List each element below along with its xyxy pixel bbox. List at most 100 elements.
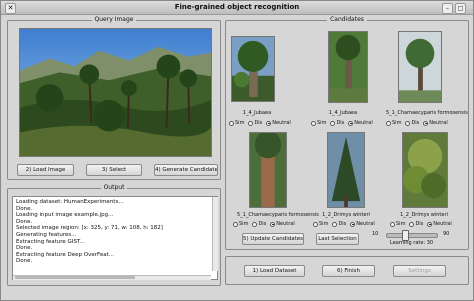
radio-dot[interactable]: [252, 221, 258, 227]
candidate-label-3: 5_1_Chamaecyparis formosensis: [386, 110, 468, 116]
radio-sim[interactable]: Sim: [386, 120, 401, 126]
log-line: Extracting feature Deep OverFeat...: [16, 251, 115, 258]
slider-max-label: 90: [443, 231, 450, 237]
radio-label: Sim: [239, 221, 249, 227]
radio-neutral[interactable]: Neutral: [350, 221, 375, 227]
candidate-label-1: 1_4_Jubaea: [242, 110, 272, 116]
minimize-icon[interactable]: –: [442, 3, 453, 14]
output-vertical-scrollbar[interactable]: [212, 197, 218, 271]
radio-dot[interactable]: [390, 221, 395, 227]
load-image-button[interactable]: 2) Load Image: [17, 164, 74, 176]
candidate-rating-3: Sim Dis Neutral: [386, 119, 448, 127]
candidate-image-1[interactable]: [231, 36, 275, 102]
radio-label: Neutral: [354, 120, 373, 126]
radio-dot[interactable]: [313, 221, 318, 227]
candidate-image-4[interactable]: [249, 132, 287, 208]
radio-dot[interactable]: [427, 221, 433, 227]
radio-sim[interactable]: Sim: [311, 120, 326, 126]
candidate-image-6[interactable]: [402, 132, 448, 208]
radio-dis[interactable]: Dis: [252, 221, 266, 227]
output-title: Output: [100, 184, 128, 191]
radio-label: Sim: [396, 221, 406, 227]
output-horizontal-scrollbar[interactable]: [13, 275, 211, 280]
select-button[interactable]: 3) Select: [86, 164, 142, 176]
log-line: Loading dataset: HumanExperiments...: [16, 199, 124, 205]
radio-sim[interactable]: Sim: [390, 221, 405, 227]
last-selection-button[interactable]: Last Selection: [316, 233, 359, 245]
candidate-rating-5: Sim Dis Neutral: [313, 220, 375, 228]
radio-neutral[interactable]: Neutral: [348, 120, 373, 126]
radio-dot[interactable]: [423, 120, 429, 126]
radio-label: Dis: [338, 221, 347, 227]
maximize-icon[interactable]: □: [455, 3, 466, 14]
radio-dis[interactable]: Dis: [330, 120, 344, 126]
radio-label: Dis: [254, 120, 263, 126]
radio-dot[interactable]: [348, 120, 354, 126]
radio-label: Sim: [392, 120, 402, 126]
log-line: Selected image region: [x: 325, y: 71, w…: [16, 225, 163, 232]
radio-dot[interactable]: [229, 120, 234, 126]
candidate-rating-2: Sim Dis Neutral: [311, 119, 373, 127]
radio-dot[interactable]: [405, 120, 411, 126]
candidate-label-4: 5_1_Chamaecyparis formosensis: [237, 212, 319, 218]
log-line: Done.: [16, 245, 33, 252]
settings-button[interactable]: Settings: [393, 265, 446, 277]
app-window: ✕ Fine-grained object recognition – □ Qu…: [0, 0, 474, 301]
log-line: Extracting feature GIST...: [16, 238, 85, 245]
radio-neutral[interactable]: Neutral: [270, 221, 295, 227]
radio-dot[interactable]: [248, 120, 254, 126]
radio-label: Dis: [336, 120, 345, 126]
title-bar: ✕ Fine-grained object recognition – □: [1, 1, 473, 15]
candidates-title: Candidates: [327, 16, 367, 23]
radio-label: Neutral: [356, 221, 375, 227]
generate-candidates-button[interactable]: 4) Generate Candidates: [154, 164, 218, 176]
candidate-rating-6: Sim Dis Neutral: [390, 220, 452, 228]
radio-label: Dis: [411, 120, 420, 126]
radio-label: Sim: [317, 120, 327, 126]
radio-dot[interactable]: [330, 120, 336, 126]
log-line: Done.: [16, 258, 33, 265]
radio-dot[interactable]: [386, 120, 391, 126]
radio-dis[interactable]: Dis: [248, 120, 262, 126]
output-log[interactable]: Loading dataset: HumanExperiments... Don…: [12, 196, 218, 280]
radio-dot[interactable]: [409, 221, 415, 227]
log-line: Done.: [16, 218, 33, 225]
candidate-image-5[interactable]: [327, 132, 365, 208]
candidate-image-2[interactable]: [328, 31, 368, 103]
radio-sim[interactable]: Sim: [233, 221, 248, 227]
update-candidates-button[interactable]: 5) Update Candidates: [242, 233, 304, 245]
learning-rate-slider[interactable]: [386, 233, 438, 238]
candidate-rating-1: Sim Dis Neutral: [229, 119, 291, 127]
log-line: Done.: [16, 205, 33, 212]
candidate-rating-4: Sim Dis Neutral: [233, 220, 295, 228]
candidate-label-5: 1_2_Drimys winteri: [322, 212, 370, 218]
radio-label: Dis: [258, 221, 267, 227]
radio-neutral[interactable]: Neutral: [423, 120, 448, 126]
radio-sim[interactable]: Sim: [313, 221, 328, 227]
radio-neutral[interactable]: Neutral: [266, 120, 291, 126]
radio-label: Neutral: [276, 221, 295, 227]
learning-rate-label: Learning rate: 30: [390, 240, 434, 246]
radio-dot[interactable]: [270, 221, 276, 227]
query-image[interactable]: [19, 28, 212, 157]
radio-dot[interactable]: [266, 120, 272, 126]
load-dataset-button[interactable]: 1) Load Dataset: [244, 265, 305, 277]
radio-dis[interactable]: Dis: [409, 221, 423, 227]
radio-dot[interactable]: [233, 221, 238, 227]
radio-label: Sim: [235, 120, 245, 126]
finish-button[interactable]: 6) Finish: [322, 265, 375, 277]
radio-label: Sim: [319, 221, 329, 227]
radio-label: Neutral: [433, 221, 452, 227]
radio-dis[interactable]: Dis: [405, 120, 419, 126]
radio-sim[interactable]: Sim: [229, 120, 244, 126]
radio-label: Neutral: [429, 120, 448, 126]
radio-dis[interactable]: Dis: [332, 221, 346, 227]
radio-dot[interactable]: [311, 120, 316, 126]
candidate-image-3[interactable]: [398, 31, 442, 103]
radio-neutral[interactable]: Neutral: [427, 221, 452, 227]
log-line: Generating features...: [16, 231, 77, 238]
radio-dot[interactable]: [332, 221, 338, 227]
scrollbar-thumb[interactable]: [15, 276, 135, 279]
radio-dot[interactable]: [350, 221, 356, 227]
slider-min-label: 10: [372, 231, 379, 237]
